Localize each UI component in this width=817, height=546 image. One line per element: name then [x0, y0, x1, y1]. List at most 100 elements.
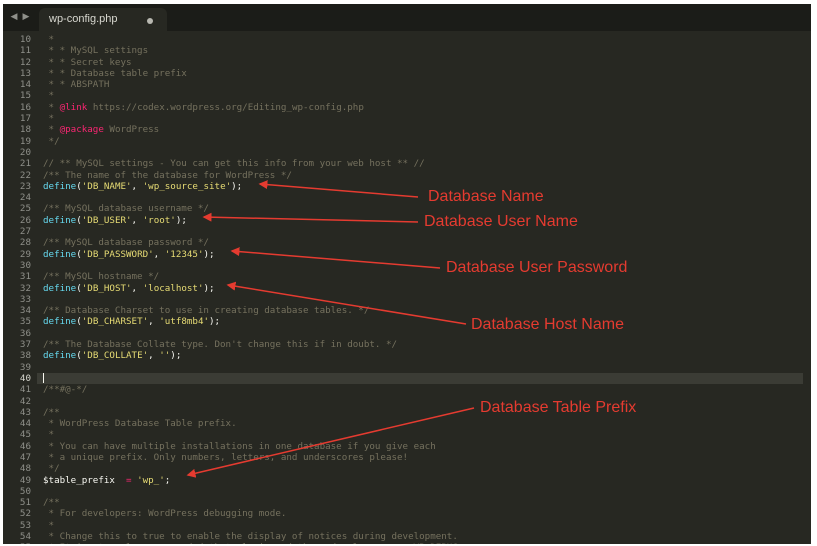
code-line[interactable] — [43, 260, 803, 271]
code-line[interactable]: * * MySQL settings — [43, 45, 803, 56]
code-line[interactable]: /** MySQL database password */ — [43, 237, 803, 248]
text-cursor — [43, 372, 44, 383]
code-line[interactable] — [43, 226, 803, 237]
code-token: /** Database Charset to use in creating … — [43, 305, 370, 317]
code-token: * WordPress Database Table prefix. — [43, 418, 237, 430]
code-token: ); — [203, 282, 215, 294]
code-token: ); — [203, 248, 215, 260]
line-number: 37 — [19, 339, 31, 351]
code-line[interactable]: // ** MySQL settings - You can get this … — [43, 158, 803, 169]
code-line[interactable]: * WordPress Database Table prefix. — [43, 418, 803, 429]
code-line[interactable]: $table_prefix = 'wp_'; — [43, 475, 803, 486]
code-token: 'localhost' — [142, 282, 204, 294]
code-line[interactable] — [43, 192, 803, 203]
code-token: , — [131, 180, 143, 192]
code-token: /** The name of the database for WordPre… — [43, 169, 292, 181]
tab-bar: ◀ ▶ wp-config.php — [3, 4, 811, 31]
code-area[interactable]: * * * MySQL settings * * Secret keys * *… — [37, 34, 803, 544]
code-line[interactable]: */ — [43, 463, 803, 474]
code-line[interactable]: /** The Database Collate type. Don't cha… — [43, 339, 803, 350]
code-token: define — [43, 282, 77, 294]
code-token: 'wp_' — [137, 474, 165, 486]
line-number: 35 — [19, 316, 31, 328]
triangle-left-icon[interactable]: ◀ — [9, 11, 19, 23]
code-token: 'DB_CHARSET' — [81, 316, 149, 328]
code-line[interactable]: define('DB_CHARSET', 'utf8mb4'); — [43, 316, 803, 327]
code-token: /** The Database Collate type. Don't cha… — [43, 339, 398, 351]
code-line[interactable]: /** — [43, 497, 803, 508]
code-line[interactable]: * It is strongly recommended that plugin… — [43, 542, 803, 544]
code-token: /** MySQL database username */ — [43, 203, 209, 215]
code-line[interactable]: * — [43, 429, 803, 440]
code-line[interactable]: define('DB_PASSWORD', '12345'); — [43, 249, 803, 260]
line-number: 19 — [19, 135, 31, 147]
code-token: * * Database table prefix — [43, 67, 187, 79]
code-line[interactable]: * @package WordPress — [43, 124, 803, 135]
code-token: * * MySQL settings — [43, 45, 149, 57]
code-line[interactable]: * — [43, 520, 803, 531]
line-number: 25 — [19, 203, 31, 215]
line-number: 50 — [19, 485, 31, 497]
code-line[interactable] — [43, 328, 803, 339]
code-line[interactable] — [37, 372, 803, 385]
line-number: 55 — [3, 542, 35, 544]
line-number: 13 — [19, 67, 31, 79]
line-number: 44 — [19, 418, 31, 430]
code-line[interactable] — [43, 362, 803, 373]
code-token: WordPress — [103, 124, 160, 136]
code-line[interactable] — [43, 147, 803, 158]
line-number: 24 — [19, 192, 31, 204]
code-token: /** — [43, 497, 60, 509]
code-line[interactable]: * — [43, 34, 803, 45]
code-token: , — [148, 316, 160, 328]
code-line[interactable] — [43, 294, 803, 305]
code-line[interactable]: define('DB_NAME', 'wp_source_site'); — [43, 181, 803, 192]
line-number: 53 — [19, 519, 31, 531]
line-number: 42 — [19, 395, 31, 407]
line-number: 29 — [19, 248, 31, 260]
code-token: 'utf8mb4' — [159, 316, 210, 328]
code-token: 'DB_USER' — [81, 214, 132, 226]
code-line[interactable]: /** — [43, 407, 803, 418]
code-line[interactable] — [43, 486, 803, 497]
line-number: 16 — [19, 101, 31, 113]
code-line[interactable]: define('DB_HOST', 'localhost'); — [43, 283, 803, 294]
line-number: 47 — [19, 451, 31, 463]
code-token: '12345' — [164, 248, 204, 260]
line-number: 51 — [19, 497, 31, 509]
code-line[interactable]: define('DB_COLLATE', ''); — [43, 350, 803, 361]
code-line[interactable]: define('DB_USER', 'root'); — [43, 215, 803, 226]
code-line[interactable]: * You can have multiple installations in… — [43, 441, 803, 452]
code-line[interactable]: */ — [43, 136, 803, 147]
code-line[interactable]: /** Database Charset to use in creating … — [43, 305, 803, 316]
tab-wp-config[interactable]: wp-config.php — [39, 8, 167, 31]
code-token: * You can have multiple installations in… — [43, 440, 436, 452]
code-token: ); — [209, 316, 221, 328]
code-line[interactable]: /** MySQL hostname */ — [43, 271, 803, 282]
code-line[interactable]: * * Database table prefix — [43, 68, 803, 79]
triangle-right-icon[interactable]: ▶ — [21, 11, 31, 23]
code-token: 'wp_source_site' — [142, 180, 232, 192]
line-number: 34 — [19, 305, 31, 317]
code-line[interactable]: * — [43, 90, 803, 101]
code-line[interactable]: * * Secret keys — [43, 57, 803, 68]
line-number: 49 — [19, 474, 31, 486]
code-line[interactable]: * For developers: WordPress debugging mo… — [43, 508, 803, 519]
code-line[interactable]: * * ABSPATH — [43, 79, 803, 90]
code-line[interactable]: * a unique prefix. Only numbers, letters… — [43, 452, 803, 463]
code-line[interactable]: * — [43, 113, 803, 124]
code-line[interactable]: /** The name of the database for WordPre… — [43, 170, 803, 181]
code-token: @link — [59, 101, 88, 113]
code-token: /** MySQL database password */ — [43, 237, 209, 249]
code-line[interactable]: * @link https://codex.wordpress.org/Edit… — [43, 102, 803, 113]
code-line[interactable]: * Change this to true to enable the disp… — [43, 531, 803, 542]
code-token: define — [43, 248, 77, 260]
code-token: * — [43, 519, 55, 531]
code-line[interactable]: /**#@-*/ — [43, 384, 803, 395]
line-number: 32 — [19, 282, 31, 294]
code-line[interactable] — [43, 396, 803, 407]
code-line[interactable]: /** MySQL database username */ — [43, 203, 803, 214]
unsaved-dot-icon[interactable] — [147, 18, 153, 24]
code-token: */ — [43, 135, 60, 147]
code-token: ); — [175, 214, 187, 226]
